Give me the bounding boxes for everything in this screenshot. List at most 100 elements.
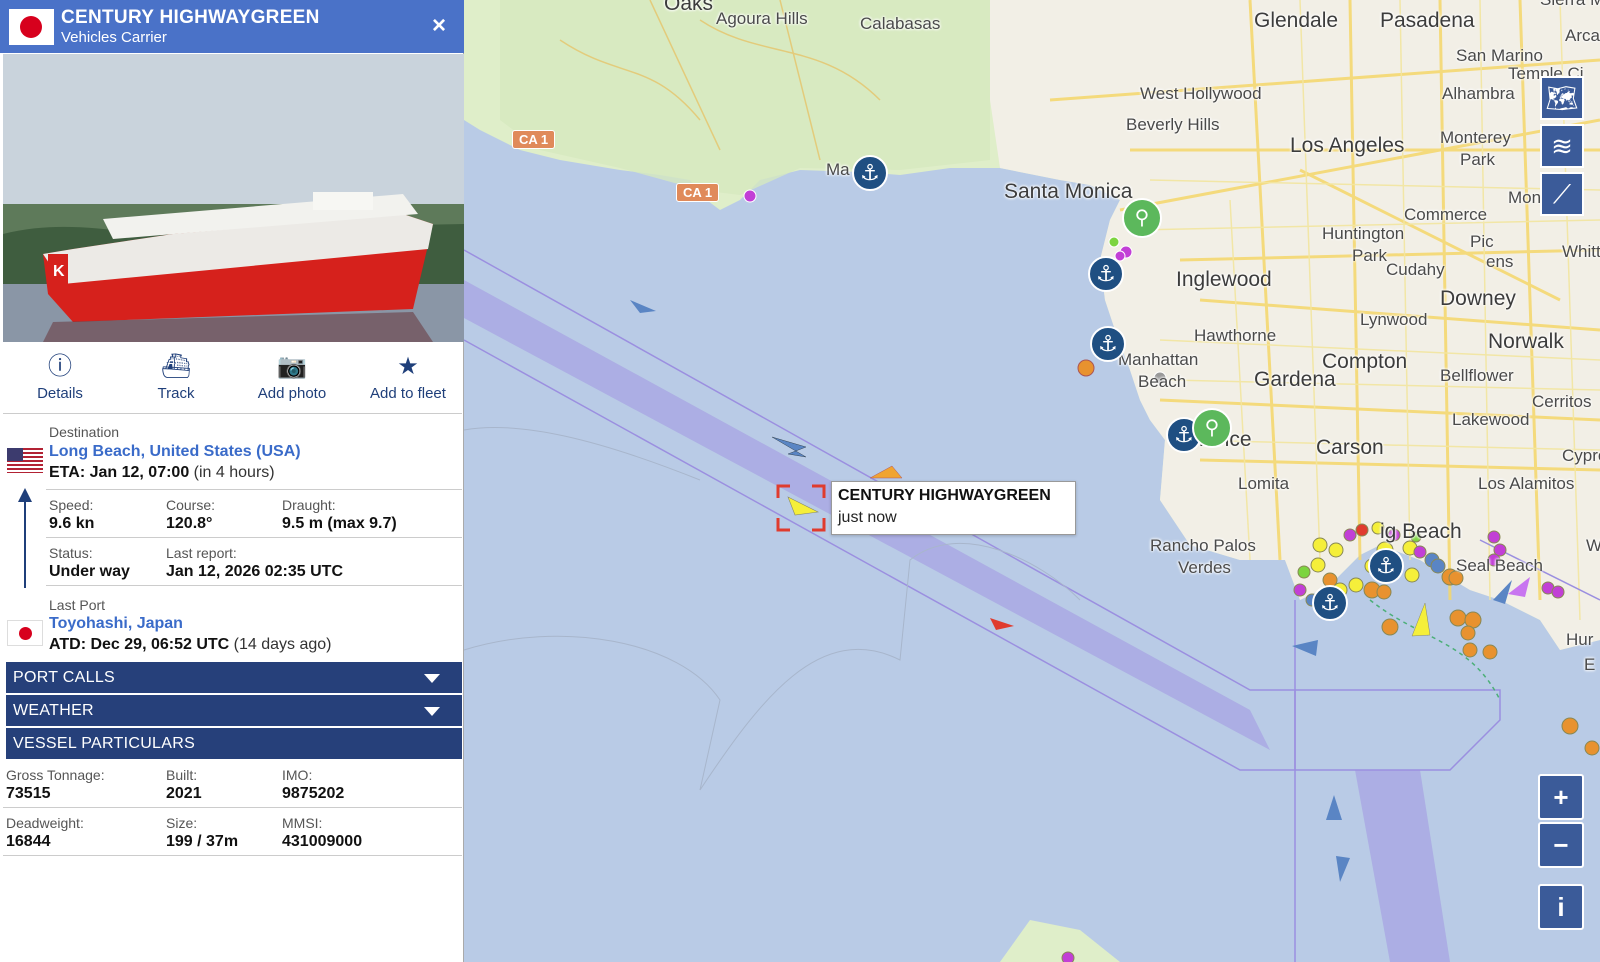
place-westhollywood: West Hollywood — [1140, 84, 1262, 103]
vessel-panel: CENTURY HIGHWAYGREEN Vehicles Carrier × … — [0, 0, 464, 962]
place-manhattan: Manhattan — [1118, 350, 1199, 369]
anchor-icon[interactable]: ⚓ — [1368, 548, 1404, 584]
imo-value: 9875202 — [282, 785, 345, 802]
place-park2: Park — [1352, 246, 1387, 265]
zoom-out-button[interactable]: − — [1538, 822, 1584, 868]
anchor-icon[interactable]: ⚓ — [1312, 585, 1348, 621]
place-sealbeach: Seal Beach — [1456, 556, 1543, 575]
gross-tonnage-value: 73515 — [6, 785, 51, 802]
star-icon: ★ — [397, 353, 419, 380]
place-pasadena: Pasadena — [1380, 9, 1475, 32]
track-label: Track — [157, 385, 195, 402]
speed-label: Speed: — [49, 497, 94, 513]
tooltip-timestamp: just now — [838, 509, 897, 526]
anchor-icon[interactable]: ⚓ — [1090, 326, 1126, 362]
ship-track-icon: ⛴ — [160, 353, 192, 380]
vessel-name: CENTURY HIGHWAYGREEN — [61, 7, 320, 28]
deadweight-label: Deadweight: — [6, 815, 84, 831]
close-button[interactable]: × — [432, 12, 446, 40]
place-santamonica: Santa Monica — [1004, 180, 1133, 203]
place-losalamitos: Los Alamitos — [1478, 474, 1575, 493]
measure-icon[interactable]: ⟋ — [1540, 172, 1584, 216]
speed-value: 9.6 kn — [49, 515, 95, 532]
radio-tower-icon[interactable]: ⚲ — [1122, 198, 1162, 238]
weather-section[interactable]: WEATHER — [6, 695, 462, 726]
anchor-icon[interactable]: ⚓ — [852, 155, 888, 191]
add-photo-button[interactable]: 📷 Add photo — [234, 352, 350, 402]
map-info-button[interactable]: i — [1538, 884, 1584, 930]
place-oaks: Oaks — [664, 0, 714, 15]
radio-tower-icon[interactable]: ⚲ — [1192, 408, 1232, 448]
vessel-tooltip: CENTURY HIGHWAYGREEN just now — [831, 481, 1076, 535]
add-to-fleet-button[interactable]: ★ Add to fleet — [350, 352, 466, 402]
place-beach: Beach — [1138, 372, 1187, 391]
status-label: Status: — [49, 545, 93, 561]
place-gardena: Gardena — [1254, 368, 1336, 391]
place-lakewood: Lakewood — [1452, 410, 1530, 429]
details-button[interactable]: ⓘ Details — [2, 352, 118, 402]
place-cudahy: Cudahy — [1386, 260, 1445, 279]
place-beverly: Beverly Hills — [1126, 115, 1220, 134]
place-pico: Pic — [1470, 232, 1494, 251]
course-value: 120.8° — [166, 515, 213, 532]
divider — [46, 489, 462, 490]
place-malibu: Ma — [826, 160, 850, 179]
mmsi-value: 431009000 — [282, 833, 363, 850]
draught-value: 9.5 m (max 9.7) — [282, 515, 397, 532]
vessel-particulars-section[interactable]: VESSEL PARTICULARS — [6, 728, 462, 759]
details-label: Details — [37, 385, 83, 402]
destination-label: Destination — [49, 424, 120, 440]
mmsi-label: MMSI: — [282, 815, 323, 831]
chevron-down-icon — [424, 707, 440, 716]
atd-value: ATD: Dec 29, 06:52 UTC (14 days ago) — [49, 636, 332, 653]
divider — [3, 855, 462, 856]
place-verdes: Verdes — [1178, 558, 1231, 577]
place-norwalk: Norwalk — [1488, 330, 1564, 353]
tooltip-vessel-name: CENTURY HIGHWAYGREEN — [838, 487, 1051, 504]
info-icon: ⓘ — [48, 353, 72, 380]
place-park: Park — [1460, 150, 1495, 169]
place-cerritos: Cerritos — [1532, 392, 1592, 411]
place-downey: Downey — [1440, 287, 1516, 310]
add-to-fleet-label: Add to fleet — [370, 385, 446, 402]
place-whitt: Whitt — [1562, 242, 1600, 261]
camera-icon: 📷 — [277, 353, 307, 380]
gross-tonnage-label: Gross Tonnage: — [6, 767, 105, 783]
destination-link[interactable]: Long Beach, United States (USA) — [49, 443, 301, 461]
chevron-down-icon — [424, 674, 440, 683]
highway-shield-2: CA 1 — [676, 183, 720, 202]
last-port-label: Last Port — [49, 597, 106, 613]
place-alhambra: Alhambra — [1442, 84, 1515, 103]
place-hun: Hur — [1566, 630, 1594, 649]
wind-icon[interactable]: ≋ — [1540, 124, 1584, 168]
place-huntington: Huntington — [1322, 224, 1405, 243]
route-arrow-icon — [18, 488, 32, 588]
action-bar: ⓘ Details ⛴ Track 📷 Add photo ★ Add to f… — [0, 352, 464, 412]
divider — [3, 413, 462, 414]
draught-label: Draught: — [282, 497, 336, 513]
status-value: Under way — [49, 563, 130, 580]
zoom-in-button[interactable]: + — [1538, 774, 1584, 820]
usa-flag-icon — [7, 448, 43, 473]
place-losangeles: Los Angeles — [1290, 134, 1405, 157]
port-calls-title: PORT CALLS — [13, 669, 116, 686]
place-rivera: ens — [1486, 252, 1514, 271]
anchor-icon[interactable]: ⚓ — [1088, 256, 1124, 292]
japan-flag-icon — [9, 9, 54, 45]
port-calls-section[interactable]: PORT CALLS — [6, 662, 462, 693]
eta-value: ETA: Jan 12, 07:00 (in 4 hours) — [49, 464, 275, 481]
place-e: E — [1584, 655, 1596, 674]
last-report-value: Jan 12, 2026 02:35 UTC — [166, 563, 343, 580]
place-inglewood: Inglewood — [1176, 268, 1272, 291]
last-port-link[interactable]: Toyohashi, Japan — [49, 615, 183, 633]
place-agoura: Agoura Hills — [716, 9, 808, 28]
place-sanmarino: San Marino — [1456, 46, 1543, 65]
vessel-photo[interactable]: K — [3, 54, 464, 342]
imo-label: IMO: — [282, 767, 313, 783]
place-ranchopv: Rancho Palos — [1150, 536, 1256, 555]
track-button[interactable]: ⛴ Track — [118, 352, 234, 402]
map-layers-icon[interactable]: 🗺 — [1540, 76, 1584, 120]
place-calabasas: Calabasas — [860, 14, 941, 33]
deadweight-value: 16844 — [6, 833, 51, 850]
place-sierra: Sierra Madre — [1540, 0, 1600, 10]
